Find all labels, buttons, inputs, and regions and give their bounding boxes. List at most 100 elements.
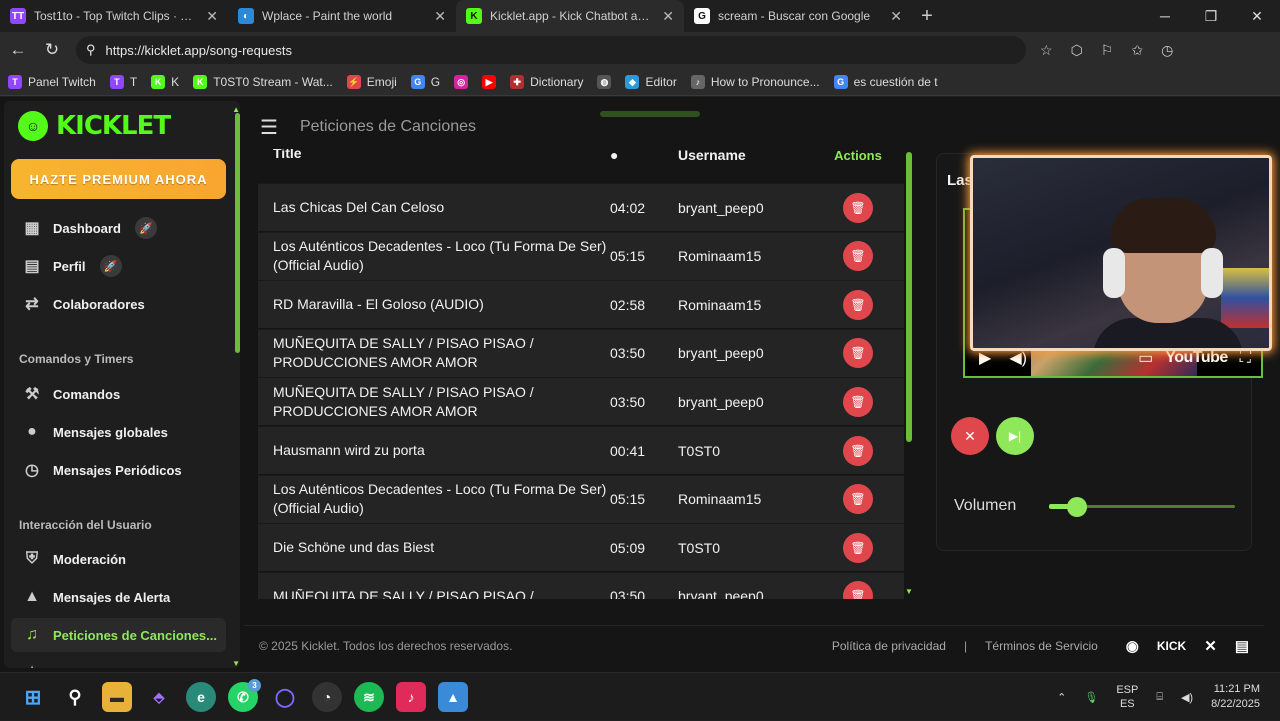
delete-song-button[interactable]: 🗑 [843,484,873,515]
sidebar-item[interactable]: ▤ Perfil 🚀 [11,249,226,283]
sidebar-scrollbar[interactable] [235,113,240,353]
delete-song-button[interactable]: 🗑 [843,289,873,320]
discord-icon[interactable]: ◉ [1126,637,1139,655]
bookmark-item[interactable]: ⚡ Emoji [346,74,397,89]
delete-song-button[interactable]: 🗑 [843,532,873,563]
obs-icon[interactable]: ◔ [312,682,342,712]
bookmark-item[interactable]: T Panel Twitch [8,74,96,89]
song-title: Die Schöne und das Biest [273,539,435,556]
bookmark-item[interactable]: ▶ [482,74,497,89]
delete-song-button[interactable]: 🗑 [843,192,873,223]
search-icon[interactable]: ⚲ [60,682,90,712]
bookmark-item[interactable]: Ges cuestión de t [833,74,938,89]
browser-tab[interactable]: Gscream - Buscar con Google ✕ [684,0,912,32]
volume-icon[interactable]: ◀) [1009,348,1027,368]
sidebar-scroll-up-icon[interactable]: ▲ [232,105,240,114]
row-actions: 🗑 [823,338,893,369]
cortana-icon[interactable]: ◯ [270,682,300,712]
microphone-icon[interactable]: 🎙 [1084,691,1098,704]
table-scrollbar[interactable] [906,152,912,442]
bookmark-item[interactable]: ◆ Editor [625,74,677,89]
bookmark-item[interactable]: GG [410,74,440,89]
song-duration: 02:58 [610,296,646,313]
x-icon[interactable]: ✕ [1204,637,1217,655]
bookmark-item[interactable]: TT [109,74,137,89]
restore-icon[interactable]: ❐ [1188,0,1234,32]
sidebar-item[interactable]: ● Mensajes globales [11,415,226,449]
browser-tab[interactable]: K Kicklet.app - Kick Chatbot and Ove ✕ [456,0,684,32]
url-field[interactable]: ⚲ https://kicklet.app/song-requests [76,36,1026,64]
terms-link[interactable]: Términos de Servicio [985,639,1098,653]
sidebar-item[interactable]: ♫ Peticiones de Canciones... [11,618,226,652]
skip-song-button[interactable]: ▶| [996,417,1034,455]
bookmark-item[interactable]: ◍ [597,74,612,89]
premium-button[interactable]: HAZTE PREMIUM AHORA [11,159,226,199]
back-icon[interactable]: ← [8,40,28,60]
language-indicator[interactable]: ESP ES [1116,683,1138,711]
stop-song-button[interactable]: ✕ [951,417,989,455]
favorites-icon[interactable]: ✩ [1131,42,1143,59]
browser-tab[interactable]: ◐ Wplace - Paint the world ✕ [228,0,456,32]
minimize-icon[interactable]: ─ [1142,0,1188,32]
tab-close-icon[interactable]: ✕ [206,8,218,25]
youtube-logo[interactable]: YouTube [1165,349,1228,367]
favorite-star-icon[interactable]: ☆ [1040,42,1053,59]
collections-icon[interactable]: ⚐ [1101,42,1114,59]
tiktok-icon[interactable]: ♪ [396,682,426,712]
extensions-icon[interactable]: ⬡ [1071,42,1083,59]
song-duration: 03:50 [610,588,646,599]
reload-icon[interactable]: ↻ [42,40,62,60]
site-info-icon[interactable]: ⚲ [86,42,96,58]
sidebar-item[interactable]: ⛨ Moderación [11,542,226,576]
privacy-link[interactable]: Política de privacidad [832,639,946,653]
network-icon[interactable]: ⌸ [1156,691,1163,704]
kick-link[interactable]: KICK [1157,639,1186,653]
table-row: RD Maravilla - El Goloso (AUDIO) 02:58 Rom… [258,280,904,329]
table-header: Title ● Username Actions [258,149,904,163]
close-window-icon[interactable]: ✕ [1234,0,1280,32]
table-scroll-down-icon[interactable]: ▼ [905,587,913,596]
delete-song-button[interactable]: 🗑 [843,338,873,369]
bookmark-item[interactable]: ✚ Dictionary [510,74,583,89]
bookmark-item[interactable]: KK [151,74,179,89]
bookmark-item[interactable]: ♪ How to Pronounce... [690,74,820,89]
tray-chevron-icon[interactable]: ⌃ [1057,691,1066,704]
sidebar-item[interactable]: ⚒ Comandos [11,377,226,411]
windows-start-icon[interactable]: ⊞ [18,682,48,712]
history-icon[interactable]: ◷ [1161,42,1173,59]
delete-song-button[interactable]: 🗑 [843,241,873,272]
volume-slider-knob[interactable] [1066,497,1087,517]
edge-icon[interactable]: e [186,682,216,712]
sidebar-item[interactable]: ▲ Mensajes de Alerta [11,580,226,614]
tab-close-icon[interactable]: ✕ [434,8,446,25]
tab-close-icon[interactable]: ✕ [890,8,902,25]
document-icon[interactable]: ▤ [1235,637,1249,655]
sidebar-scroll-down-icon[interactable]: ▼ [232,659,240,668]
browser-tab[interactable]: TT Tost1to - Top Twitch Clips · Twitch ✕ [0,0,228,32]
sidebar-item[interactable]: ◷ Mensajes Periódicos [11,453,226,487]
bookmark-item[interactable]: ◎ [454,74,469,89]
clock[interactable]: 11:21 PM 8/22/2025 [1211,682,1260,712]
sidebar-item[interactable]: ⇄ Colaboradores [11,287,226,321]
sidebar-item-label: Moderación [53,551,126,567]
new-tab-icon[interactable]: + [912,5,942,28]
kicklet-logo[interactable]: ☺ KICKLET [18,111,171,141]
delete-song-button[interactable]: 🗑 [843,386,873,417]
subtitles-icon[interactable]: ▭ [1138,348,1153,368]
sidebar-item[interactable]: ★ Sistema de Puntos [11,656,226,668]
speaker-icon[interactable]: ◀) [1181,691,1193,704]
file-explorer-icon[interactable]: ▬ [102,682,132,712]
photos-icon[interactable]: ▲ [438,682,468,712]
spotify-icon[interactable]: ≋ [354,682,384,712]
fullscreen-icon[interactable]: ⛶ [1240,349,1251,367]
delete-song-button[interactable]: 🗑 [843,435,873,466]
app-icon[interactable]: ⬘ [144,682,174,712]
bookmark-icon: ◎ [454,74,469,89]
tab-close-icon[interactable]: ✕ [662,8,674,25]
bookmark-item[interactable]: K T0ST0 Stream - Wat... [193,74,333,89]
menu-toggle-icon[interactable]: ☰ [260,115,278,140]
whatsapp-icon[interactable]: ✆ 3 [228,679,261,712]
sidebar-item[interactable]: ▦ Dashboard 🚀 [11,211,226,245]
play-icon[interactable]: ▶ [979,348,991,368]
delete-song-button[interactable]: 🗑 [843,581,873,599]
